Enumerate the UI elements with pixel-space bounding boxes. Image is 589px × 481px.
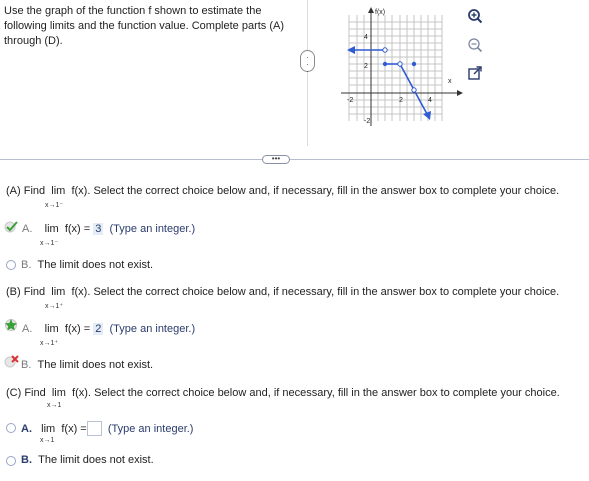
part-a-option-a-subscript: x→1⁻ (40, 240, 59, 247)
x-tick-label: 2 (399, 97, 403, 104)
partial-credit-star-icon (5, 319, 17, 331)
open-point (382, 47, 388, 53)
part-a-question: (A) Find lim f(x). Select the correct ch… (6, 185, 560, 197)
y-tick-label: -2 (364, 118, 370, 125)
function-graph: f(x) x -2 2 4 4 2 -2 (341, 7, 463, 126)
y-axis-arrow (368, 7, 374, 13)
part-a-limit-subscript: x→1⁻ (45, 202, 64, 209)
function-curve (354, 49, 428, 115)
part-b-option-a[interactable]: A. lim f(x) = 2 (Type an integer.) (22, 323, 195, 335)
part-c-option-a-radio[interactable] (6, 423, 16, 433)
part-a-option-b-radio[interactable] (6, 260, 16, 270)
part-c-question: (C) Find lim f(x). Select the correct ch… (6, 387, 560, 399)
part-c-option-a[interactable]: A. lim f(x) = (Type an integer.) (21, 421, 193, 436)
part-b-limit-subscript: x→1⁺ (45, 303, 64, 310)
vertical-splitter-handle[interactable]: · · · (300, 50, 315, 76)
fx-axis-label: f(x) (375, 9, 385, 16)
filled-point (382, 61, 388, 67)
part-a-option-a[interactable]: A. lim f(x) = 3 (Type an integer.) (22, 223, 195, 235)
correct-check-icon (4, 221, 18, 233)
horizontal-divider (0, 159, 589, 160)
part-c-option-a-subscript: x→1 (40, 437, 55, 444)
part-b-question: (B) Find lim f(x). Select the correct ch… (6, 286, 560, 298)
x-axis-label: x (448, 78, 452, 85)
part-a-answer-value: 3 (93, 223, 104, 235)
part-a-option-b[interactable]: B. The limit does not exist. (21, 259, 153, 271)
part-c-limit-subscript: x→1 (47, 402, 62, 409)
part-c-answer-box[interactable] (86, 421, 102, 436)
part-c-option-b-radio[interactable] (6, 456, 16, 466)
open-point (397, 61, 403, 67)
zoom-in-icon[interactable] (467, 8, 483, 24)
x-axis-arrow (457, 90, 463, 96)
intro-text: Use the graph of the function f shown to… (4, 5, 285, 47)
filled-point (411, 61, 417, 67)
popout-icon[interactable] (467, 65, 483, 81)
open-point (411, 87, 417, 93)
horizontal-splitter-handle[interactable]: ••• (262, 155, 290, 164)
left-arrow-head (347, 46, 355, 54)
graph-grid (348, 15, 443, 121)
zoom-out-icon[interactable] (467, 37, 483, 53)
incorrect-x-icon (4, 355, 19, 368)
x-tick-label: -2 (347, 97, 353, 104)
part-b-answer-value: 2 (93, 323, 104, 335)
y-tick-label: 2 (364, 63, 368, 70)
x-tick-label: 4 (428, 97, 432, 104)
part-c-option-b[interactable]: B. The limit does not exist. (21, 454, 154, 466)
y-tick-label: 4 (364, 34, 368, 41)
part-b-option-b[interactable]: B. The limit does not exist. (21, 359, 153, 371)
part-b-option-a-subscript: x→1⁺ (40, 340, 59, 347)
